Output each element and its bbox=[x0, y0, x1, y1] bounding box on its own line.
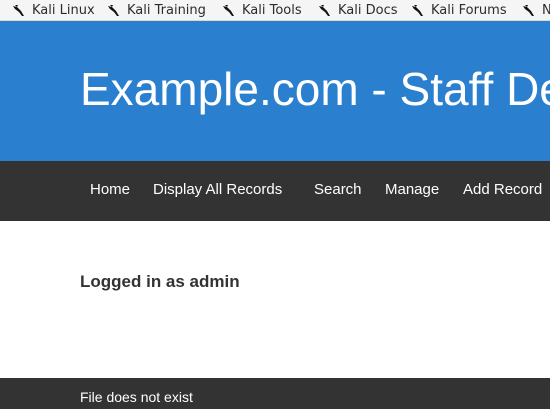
nav-add-record-link[interactable]: Add Record bbox=[463, 181, 542, 199]
bookmark-label: Kali Docs bbox=[338, 2, 398, 18]
bookmark-kali-tools[interactable]: Kali Tools bbox=[222, 0, 302, 20]
footer-status-text: File does not exist bbox=[80, 389, 193, 405]
site-title: Example.com - Staff Details bbox=[80, 63, 550, 115]
bookmark-kali-forums[interactable]: Kali Forums bbox=[411, 0, 507, 20]
bookmarks-toolbar: Kali Linux Kali Training Kali Tools Kali… bbox=[0, 0, 550, 21]
kali-dragon-icon bbox=[223, 4, 234, 16]
main-nav: Home Display All Records Search Manage A… bbox=[0, 161, 550, 221]
kali-dragon-icon bbox=[523, 4, 534, 16]
bookmark-label: Kali Tools bbox=[242, 2, 302, 18]
bookmark-label: Kali Linux bbox=[32, 2, 95, 18]
bookmark-label: N bbox=[542, 3, 550, 18]
logged-in-status: Logged in as admin bbox=[80, 272, 240, 291]
bookmark-label: Kali Forums bbox=[431, 2, 507, 18]
page-footer: File does not exist bbox=[0, 378, 550, 409]
bookmark-n[interactable]: N bbox=[522, 0, 550, 20]
nav-display-all-records-link[interactable]: Display All Records bbox=[153, 181, 282, 199]
bookmark-label: Kali Training bbox=[127, 2, 206, 18]
kali-dragon-icon bbox=[13, 4, 24, 16]
nav-home-link[interactable]: Home bbox=[90, 181, 130, 199]
bookmark-kali-training[interactable]: Kali Training bbox=[107, 0, 206, 20]
kali-dragon-icon bbox=[412, 4, 423, 16]
bookmark-kali-docs[interactable]: Kali Docs bbox=[318, 0, 398, 20]
bookmark-kali-linux[interactable]: Kali Linux bbox=[12, 0, 95, 20]
site-header: Example.com - Staff Details bbox=[0, 21, 550, 161]
nav-manage-link[interactable]: Manage bbox=[385, 181, 439, 199]
nav-search-link[interactable]: Search bbox=[314, 181, 362, 199]
main-content: Logged in as admin bbox=[0, 221, 550, 378]
kali-dragon-icon bbox=[108, 4, 119, 16]
kali-dragon-icon bbox=[319, 4, 330, 16]
